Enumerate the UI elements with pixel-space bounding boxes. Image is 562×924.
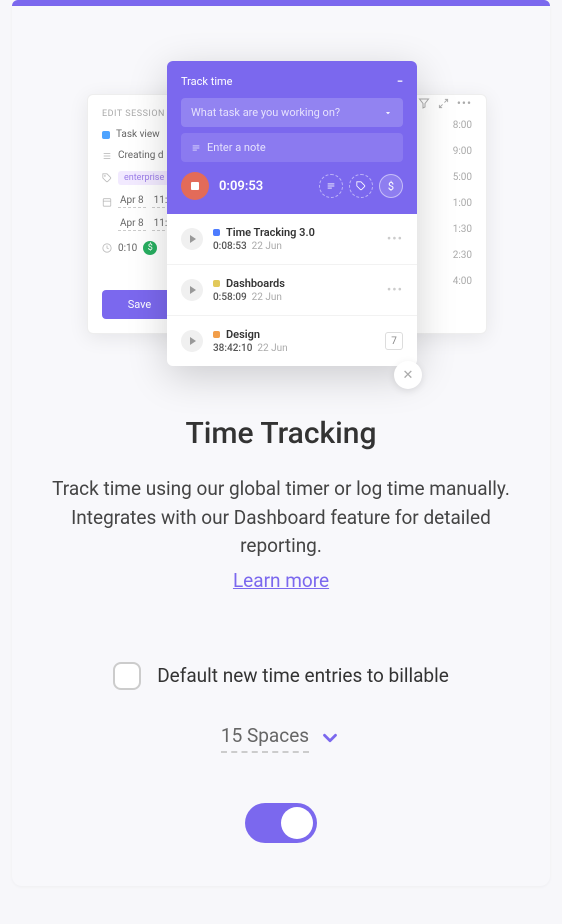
time-column: 8:00 9:00 5:00 1:00 1:30 2:30 4:00 <box>453 113 472 295</box>
close-icon[interactable]: ✕ <box>394 361 422 389</box>
entry-color-icon <box>213 331 220 338</box>
tag-value: enterprise <box>118 171 170 185</box>
calendar-icon <box>102 197 112 207</box>
page-description: Track time using our global timer or log… <box>52 475 510 561</box>
entry-menu-icon[interactable]: ••• <box>387 232 403 247</box>
panel-toolbar: ••• <box>418 95 472 111</box>
entry-color-icon <box>213 280 220 287</box>
track-time-panel: Track time − What task are you working o… <box>167 61 417 366</box>
billable-icon[interactable]: $ <box>143 241 157 255</box>
entry-color-icon <box>213 229 220 236</box>
time-entry[interactable]: Time Tracking 3.0 0:08:53 22 Jun ••• <box>167 214 417 265</box>
menu-icon[interactable]: ••• <box>457 96 472 110</box>
list-icon <box>102 151 112 161</box>
task-color-icon <box>102 131 110 139</box>
time-entry[interactable]: Design 38:42:10 22 Jun 7 <box>167 316 417 366</box>
filter-icon[interactable] <box>418 97 430 109</box>
task-name: Task view <box>116 129 160 140</box>
feature-toggle[interactable] <box>245 803 317 843</box>
stop-button[interactable] <box>181 172 209 200</box>
entry-count-badge: 7 <box>385 332 403 350</box>
entry-title: Design <box>226 328 260 341</box>
elapsed-time: 0:09:53 <box>219 179 263 194</box>
desc-text: Creating d <box>118 150 164 161</box>
save-button[interactable]: Save <box>102 290 177 319</box>
expand-icon[interactable] <box>438 98 449 109</box>
entry-menu-icon[interactable]: ••• <box>387 283 403 298</box>
entry-title: Dashboards <box>226 277 285 290</box>
date-2[interactable]: Apr 8 <box>118 218 146 231</box>
tag-icon <box>102 173 112 183</box>
chevron-down-icon <box>383 108 393 118</box>
time-entry[interactable]: Dashboards 0:58:09 22 Jun ••• <box>167 265 417 316</box>
spaces-value: 15 Spaces <box>221 724 309 753</box>
note-placeholder: Enter a note <box>207 141 266 154</box>
tag-quick-icon[interactable] <box>349 174 373 198</box>
note-icon <box>191 143 201 153</box>
track-title: Track time <box>181 75 232 88</box>
billable-checkbox[interactable] <box>113 662 141 690</box>
clock-icon <box>102 243 112 253</box>
learn-more-link[interactable]: Learn more <box>233 569 329 592</box>
chevron-down-icon <box>319 727 341 749</box>
spaces-dropdown[interactable]: 15 Spaces <box>52 724 510 753</box>
date-1[interactable]: Apr 8 <box>118 195 146 208</box>
duration: 0:10 <box>118 243 137 254</box>
task-placeholder: What task are you working on? <box>191 106 340 119</box>
entry-title: Time Tracking 3.0 <box>226 226 315 239</box>
play-icon[interactable] <box>181 228 203 250</box>
minimize-icon[interactable]: − <box>397 75 403 88</box>
billable-label: Default new time entries to billable <box>157 664 449 687</box>
play-icon[interactable] <box>181 330 203 352</box>
list-quick-icon[interactable] <box>319 174 343 198</box>
page-title: Time Tracking <box>52 416 510 451</box>
dollar-quick-icon[interactable]: $ <box>379 174 403 198</box>
task-input[interactable]: What task are you working on? <box>181 98 403 127</box>
note-input[interactable]: Enter a note <box>181 133 403 162</box>
play-icon[interactable] <box>181 279 203 301</box>
